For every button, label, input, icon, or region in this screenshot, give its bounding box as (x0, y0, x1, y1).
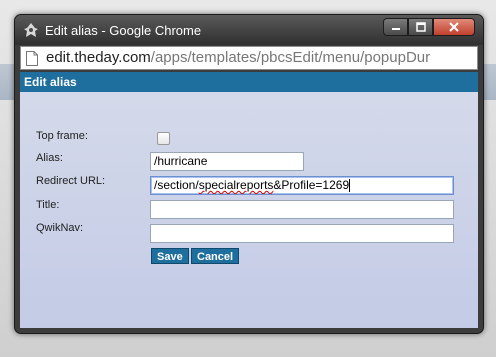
edit-alias-form: Top frame: Alias: /hurricane Redirect UR… (20, 92, 478, 328)
page-icon (26, 51, 38, 66)
alias-value: /hurricane (154, 154, 208, 168)
qwiknav-label: QwikNav: (36, 222, 84, 234)
close-icon (449, 22, 459, 32)
title-input[interactable] (150, 200, 454, 219)
redirect-value-part3: &Profile=1269 (273, 178, 350, 192)
top-frame-label: Top frame: (36, 130, 88, 142)
redirect-url-label: Redirect URL: (36, 175, 106, 187)
window-title: Edit alias - Google Chrome (45, 23, 202, 38)
title-bar[interactable]: Edit alias - Google Chrome (15, 15, 483, 45)
url-text: edit.theday.com/apps/templates/pbcsEdit/… (46, 49, 430, 66)
popup-window: Edit alias - Google Chrome edit.theday.c… (14, 14, 484, 334)
minimize-button[interactable] (383, 18, 408, 36)
text-caret (349, 179, 351, 193)
maximize-icon (415, 22, 426, 32)
url-path: /apps/templates/pbcsEdit/menu/popupDur (150, 49, 431, 66)
redirect-url-input[interactable]: /section/specialreports&Profile=1269 (150, 176, 454, 195)
redirect-value-part1: /section/ (154, 178, 199, 192)
title-label: Title: (36, 199, 60, 211)
maximize-button[interactable] (408, 18, 433, 36)
dialog-content: Edit alias Top frame: Alias: /hurricane … (20, 72, 478, 328)
address-bar[interactable]: edit.theday.com/apps/templates/pbcsEdit/… (20, 46, 478, 70)
window-controls (383, 18, 475, 37)
chrome-icon (24, 23, 38, 37)
close-button[interactable] (433, 18, 475, 36)
minimize-icon (391, 28, 400, 30)
alias-label: Alias: (36, 152, 63, 164)
cancel-button[interactable]: Cancel (191, 248, 240, 264)
top-frame-checkbox[interactable] (157, 132, 170, 145)
qwiknav-input[interactable] (150, 224, 454, 243)
redirect-value-misspelled: specialreports (198, 178, 274, 192)
url-host: edit.theday.com (46, 49, 151, 66)
alias-input[interactable]: /hurricane (150, 152, 304, 171)
save-button[interactable]: Save (151, 248, 189, 264)
dialog-header: Edit alias (20, 72, 478, 92)
